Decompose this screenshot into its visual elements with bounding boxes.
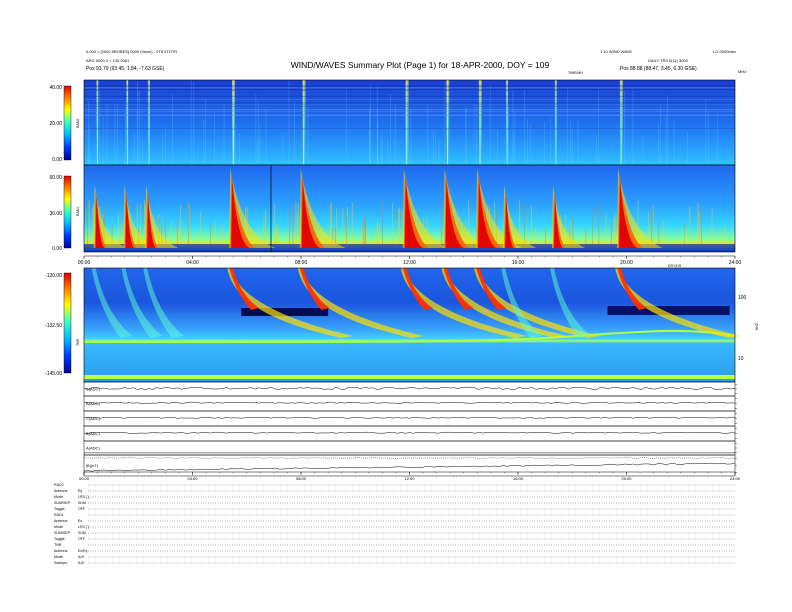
time-tick-label: 00:00 (78, 260, 91, 266)
tnr-tick-bottom: -145.00 (45, 371, 62, 377)
header-pos-right: Pos 88.88 (88.47, 3.45, 6.30 GSE) (620, 66, 697, 72)
footer-value: Ey (78, 489, 82, 493)
footer-key: Toggle (54, 507, 65, 511)
line-panel-frame (83, 425, 736, 442)
line-panel-trace (83, 386, 736, 390)
rad1-tick-mid: 30.00 (49, 211, 62, 217)
mhz-label: MHz (738, 69, 746, 74)
time-tick-label: 08:00 (295, 260, 308, 266)
tnr-bottom-band (84, 375, 735, 379)
time-tick-label: 20:00 (621, 476, 632, 481)
line-panel-trace (84, 401, 736, 404)
line-panel-frame (83, 410, 736, 427)
footer-value: OFF (78, 537, 86, 541)
tnr-tick-mid: -132.50 (45, 323, 62, 329)
rad1-colorbar (63, 175, 72, 249)
rad2-label: RAD2 (76, 119, 80, 128)
header-line-left-2: ARG 0000 2 = 130.0061 (86, 58, 130, 63)
footer-value: SUM (78, 531, 86, 535)
footer-key: Antenna (54, 489, 67, 493)
footer-value: Ex (78, 519, 82, 523)
rad2-tick-top: 40.00 (49, 85, 62, 91)
time-tick-label: 12:00 (404, 476, 415, 481)
line-panel-label: |B|(nT) (86, 463, 99, 468)
line-panel-trace-secondary (83, 457, 736, 459)
time-tick-label: 12:00 (403, 260, 416, 266)
rad1-label: RAD1 (76, 207, 80, 216)
line-panel-label: C(ADC) (86, 416, 101, 421)
tnr-tick-top: -120.00 (45, 273, 62, 279)
footer-key: Sweeps (54, 561, 67, 565)
time-corner-label-upper: TIME/MH (568, 71, 583, 75)
header-line-right-2: DAILY TR0 0(11) 3002 (648, 58, 689, 63)
line-panel-trace (83, 431, 736, 434)
footer-key: RAD1 (54, 513, 64, 517)
footer-key: Antenna (54, 519, 67, 523)
time-tick-label: 16:00 (512, 260, 525, 266)
time-axis-lower: 00:00 04:00 08:00 12:00 16:00 20:00 24:00 (79, 471, 741, 481)
footer-value: OFF (78, 507, 86, 511)
tnr-label: TNR (76, 338, 80, 346)
line-panel-trace (83, 416, 735, 419)
rad1-tick-bottom: 0.00 (52, 246, 62, 252)
tnr-panel: -120.00 -132.50 -145.00 TNR 100 10 KHZ (45, 267, 759, 383)
time-tick-label: 08:00 (296, 476, 307, 481)
footer-value: A,B (78, 561, 84, 565)
line-panel-label: B(ADC) (86, 401, 100, 406)
footer-value: A,B (78, 555, 84, 559)
header-line-right-1: 1.10 WIND WAVE (600, 49, 632, 54)
rad1-panel: 60.00 30.00 0.00 RAD1 (49, 164, 736, 253)
header-line-left-1: 0.000 = [2000 0ROBES] 0000 (Vevlo) - 0T8… (86, 49, 177, 54)
rad1-tick-top: 60.00 (49, 175, 62, 181)
rad2-colorbar (63, 85, 72, 161)
rad2-spectrogram (84, 80, 735, 165)
time-axis-upper: 00:00 04:00 08:00 12:00 16:00 20:00 24:00 (78, 255, 742, 266)
footer-key: Mode (54, 525, 63, 529)
header-pos-left: Pos 93.79 (93.45, 1.84, -7.63 GSE) (86, 66, 165, 72)
plot-title: WIND/WAVES Summary Plot (Page 1) for 18-… (291, 60, 550, 70)
header-corner-right: LO 0000mhz (713, 49, 736, 54)
footer-key: SUM/SEP (54, 531, 71, 535)
time-tick-label: 24:00 (730, 476, 741, 481)
rad2-tick-bottom: 0.00 (52, 157, 62, 163)
time-tick-label: 00:00 (79, 476, 90, 481)
footer-parameters: RAD2 Antenna Ey Mode LR3 [ ] SUM/SEP SUM To… (54, 483, 735, 565)
footer-key: TNR (54, 543, 62, 547)
summary-plot: WIND/WAVES Summary Plot (Page 1) for 18-… (45, 49, 759, 565)
tnr-right-tick-10: 10 (738, 356, 744, 362)
footer-value: SUM (78, 501, 86, 505)
footer-key: Mode (54, 495, 63, 499)
khz-label: KHZ (755, 322, 759, 330)
footer-key: Mode (54, 555, 63, 559)
footer-value: LR3 [ ] (78, 525, 89, 529)
time-tick-label: 16:00 (513, 476, 524, 481)
footer-key: Toggle (54, 537, 65, 541)
time-tick-label: 24:00 (729, 260, 742, 266)
footer-key: RAD2 (54, 483, 64, 487)
footer-value: Ex/Ey (78, 549, 88, 553)
tnr-colorbar (63, 272, 72, 374)
line-panel-trace (83, 462, 736, 472)
line-panels: B(ADC)B(ADC)C(ADC)B(ADC)A(ADC)|B|(nT) (83, 381, 737, 477)
time-tick-label: 04:00 (187, 476, 198, 481)
footer-key: Antenna (54, 549, 67, 553)
footer-key: SUM/SEP (54, 501, 71, 505)
line-panel-label: A(ADC) (86, 446, 100, 451)
tnr-right-tick-100: 100 (738, 295, 747, 301)
time-tick-label: 20:00 (620, 260, 633, 266)
rad2-panel: 40.00 20.00 0.00 RAD2 (49, 79, 736, 166)
rad2-tick-mid: 20.00 (49, 121, 62, 127)
time-tick-label: 04:00 (186, 260, 199, 266)
time-corner-label-lower: DRY/DS (668, 264, 682, 268)
footer-value: LR3 [ ] (78, 495, 89, 499)
